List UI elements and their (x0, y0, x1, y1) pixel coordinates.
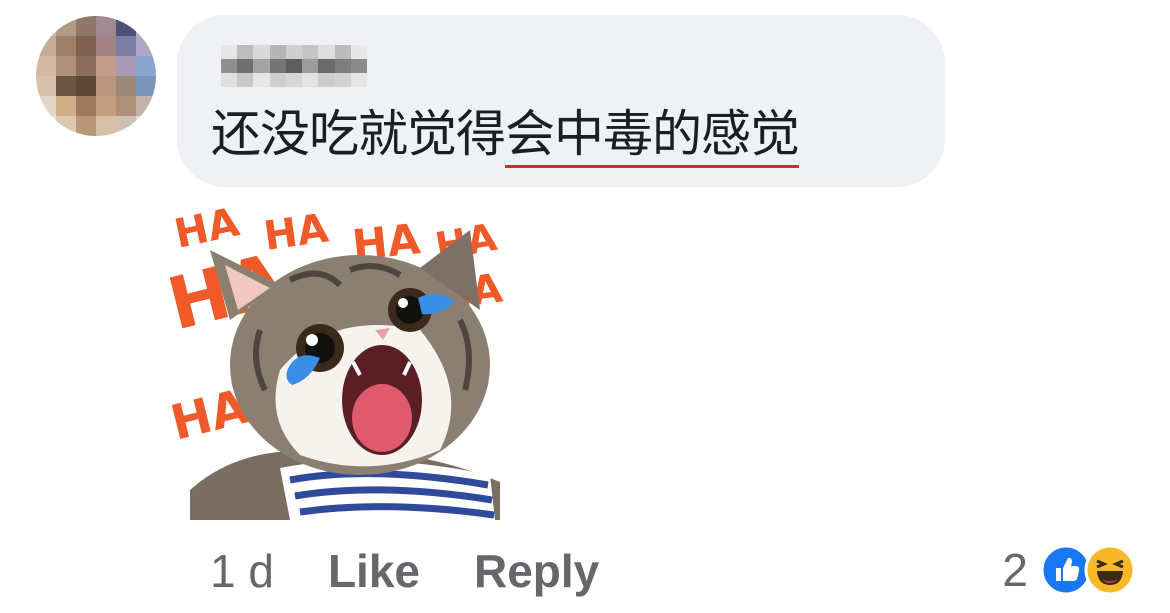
laughing-cat-sticker[interactable]: HA HA HA HA HA HA HA (160, 190, 510, 530)
like-button[interactable]: Like (328, 544, 420, 598)
author-name-blurred[interactable] (221, 45, 367, 87)
comment-actions: 1 d Like Reply (210, 540, 653, 602)
comment-text: 还没吃就觉得会中毒的感觉 (211, 103, 800, 168)
avatar[interactable] (36, 16, 156, 136)
comment-text-plain: 还没吃就觉得 (211, 105, 506, 163)
comment-text-underlined: 会中毒的感觉 (505, 105, 800, 168)
haha-icon (1084, 544, 1136, 596)
reply-button[interactable]: Reply (474, 544, 599, 598)
timestamp[interactable]: 1 d (210, 544, 274, 598)
cat-sticker-image: HA HA HA HA HA HA HA (160, 199, 505, 520)
comment-bubble: 还没吃就觉得会中毒的感觉 (177, 15, 945, 187)
comment: 还没吃就觉得会中毒的感觉 HA HA HA HA HA HA HA (0, 0, 1170, 613)
avatar-pixelated (36, 16, 156, 136)
reaction-count: 2 (1002, 544, 1028, 596)
reactions-summary[interactable]: 2 (1002, 538, 1136, 602)
